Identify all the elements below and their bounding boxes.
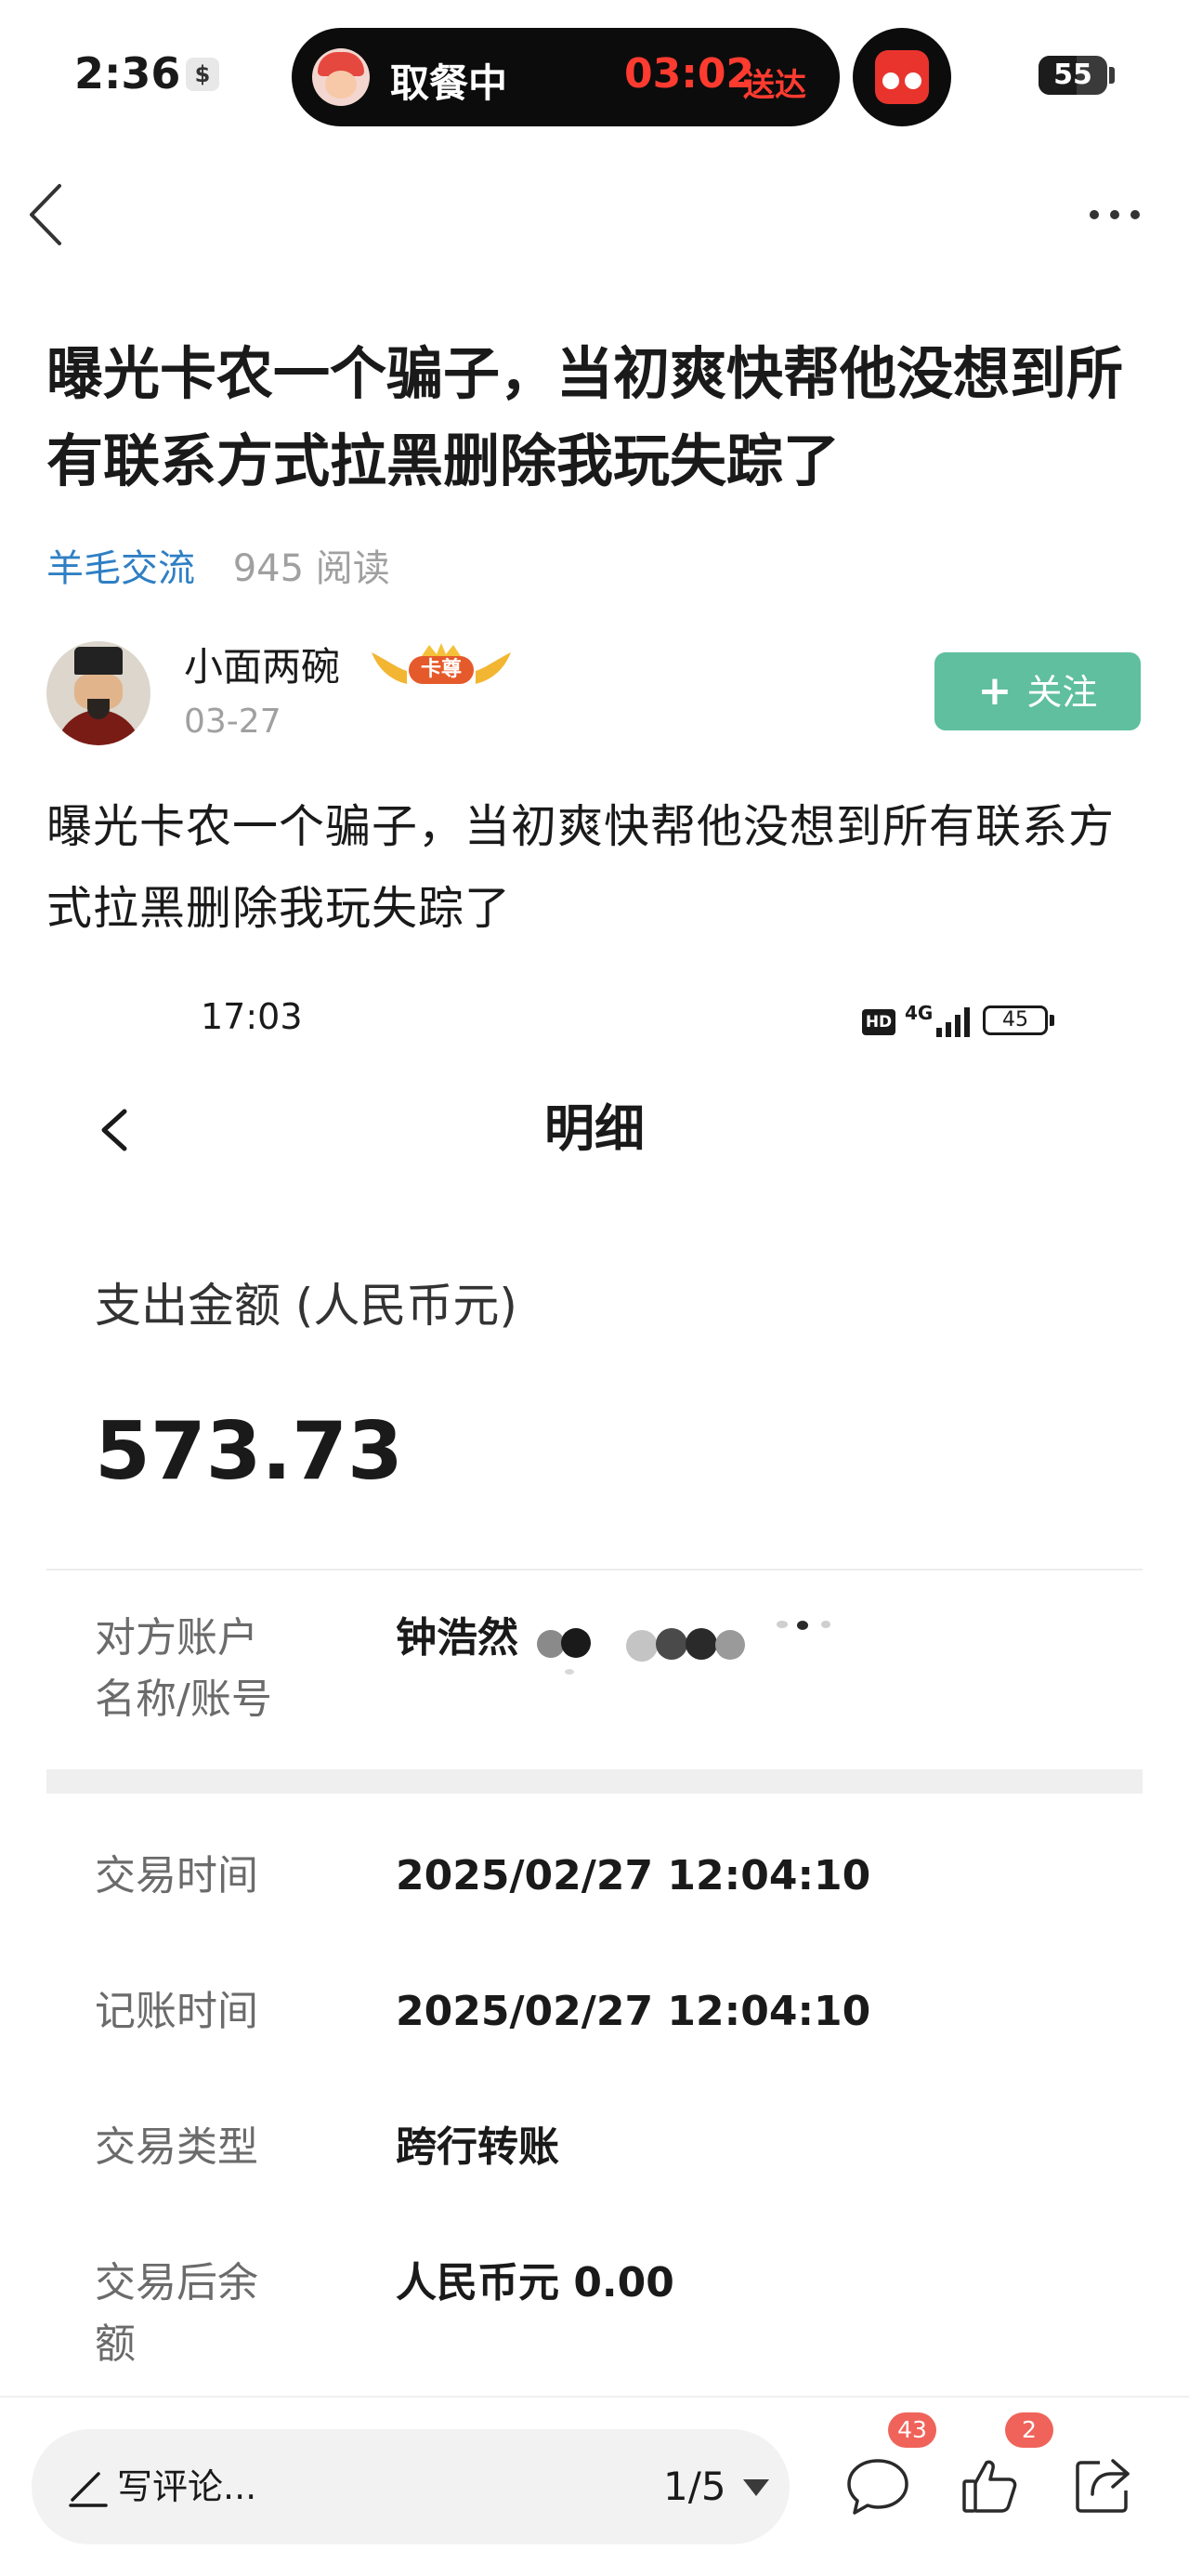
receipt-battery-icon: 45 — [983, 1005, 1048, 1035]
follow-button[interactable]: + 关注 — [934, 652, 1141, 730]
caret-down-icon[interactable] — [743, 2479, 769, 2496]
divider — [46, 1569, 1143, 1571]
delivery-suffix: 送达 — [743, 67, 806, 104]
share-button[interactable] — [1068, 2451, 1137, 2520]
more-dots-icon — [1090, 210, 1140, 219]
comments-button[interactable] — [843, 2451, 912, 2520]
receipt-title: 明细 — [544, 1099, 645, 1158]
section-separator — [46, 1769, 1143, 1794]
post-date: 03-27 — [184, 703, 281, 741]
post-meta: 羊毛交流 945 阅读 — [46, 543, 390, 595]
courier-avatar-icon — [312, 48, 370, 106]
post-image-bank-receipt[interactable]: 17:03 HD 4G 45 明细 支出金额 (人民币元) 573.73 对方账… — [0, 966, 1189, 2398]
thumbs-up-icon — [962, 2460, 1017, 2513]
delivery-countdown: 03:02 — [624, 50, 755, 98]
dynamic-island-delivery[interactable]: 取餐中 03:02 送达 — [292, 28, 840, 126]
author-badge-text: 卡尊 — [409, 656, 474, 684]
hd-icon: HD — [862, 1009, 895, 1035]
image-pager[interactable]: 1/5 — [663, 2459, 726, 2515]
transaction-time-value: 2025/02/27 12:04:10 — [396, 1852, 871, 1899]
network-type: 4G — [905, 1002, 934, 1024]
counterparty-label-line1: 对方账户 — [95, 1614, 258, 1662]
balance-after-label-line1: 交易后余 — [95, 2259, 258, 2307]
posting-time-value: 2025/02/27 12:04:10 — [396, 1988, 871, 2035]
bottom-action-bar: 写评论... 1/5 43 2 — [0, 2396, 1189, 2576]
receipt-status-time: 17:03 — [201, 996, 303, 1037]
author-rank-badge: 卡尊 — [368, 643, 515, 691]
comment-bubble-icon — [847, 2459, 908, 2515]
transaction-type-value: 跨行转账 — [396, 2123, 559, 2171]
battery-level: 55 — [1053, 59, 1092, 91]
post-body-text: 曝光卡农一个骗子，当初爽快帮他没想到所有联系方式拉黑删除我玩失踪了 — [46, 800, 1116, 935]
like-button[interactable] — [955, 2451, 1024, 2520]
delivery-status-label: 取餐中 — [390, 60, 508, 106]
follow-label: 关注 — [1026, 672, 1098, 713]
balance-after-value: 人民币元 0.00 — [396, 2259, 674, 2307]
amount-label: 支出金额 (人民币元) — [95, 1279, 517, 1333]
battery-icon: 55 — [1039, 56, 1107, 95]
posting-time-label: 记账时间 — [95, 1988, 258, 2035]
like-count-badge: 2 — [1005, 2412, 1053, 2448]
redacted-account-mask — [533, 1608, 868, 1701]
plus-icon: + — [977, 667, 1013, 715]
author-name[interactable]: 小面两碗 — [184, 641, 340, 693]
notification-app-icon: $ — [186, 58, 219, 91]
delivery-app-bubble[interactable] — [853, 28, 951, 126]
share-icon — [1076, 2459, 1130, 2513]
chevron-left-icon — [30, 184, 61, 245]
balance-after-label-line2: 额 — [95, 2320, 136, 2368]
author-avatar[interactable] — [46, 641, 150, 745]
transaction-time-label: 交易时间 — [95, 1852, 258, 1899]
more-options-button[interactable] — [1078, 182, 1152, 247]
counterparty-label-line2: 名称/账号 — [95, 1676, 272, 1723]
pencil-icon — [69, 2472, 108, 2507]
post-title: 曝光卡农一个骗子，当初爽快帮他没想到所有联系方式拉黑删除我玩失踪了 — [46, 341, 1124, 494]
comment-input[interactable]: 写评论... 1/5 — [32, 2429, 790, 2544]
signal-bars-icon — [936, 1007, 973, 1037]
post-category-link[interactable]: 羊毛交流 — [46, 547, 195, 590]
comment-placeholder: 写评论... — [117, 2466, 257, 2507]
amount-value: 573.73 — [95, 1405, 403, 1498]
back-button[interactable] — [19, 173, 74, 256]
post-read-count: 945 阅读 — [232, 547, 390, 590]
transaction-type-label: 交易类型 — [95, 2123, 258, 2171]
status-bar: 2:36 $ 取餐中 03:02 送达 55 — [0, 0, 1189, 149]
delivery-app-icon — [875, 50, 929, 104]
status-time: 2:36 — [74, 48, 181, 99]
counterparty-name: 钟浩然 — [396, 1614, 518, 1662]
comment-count-badge: 43 — [888, 2412, 936, 2448]
